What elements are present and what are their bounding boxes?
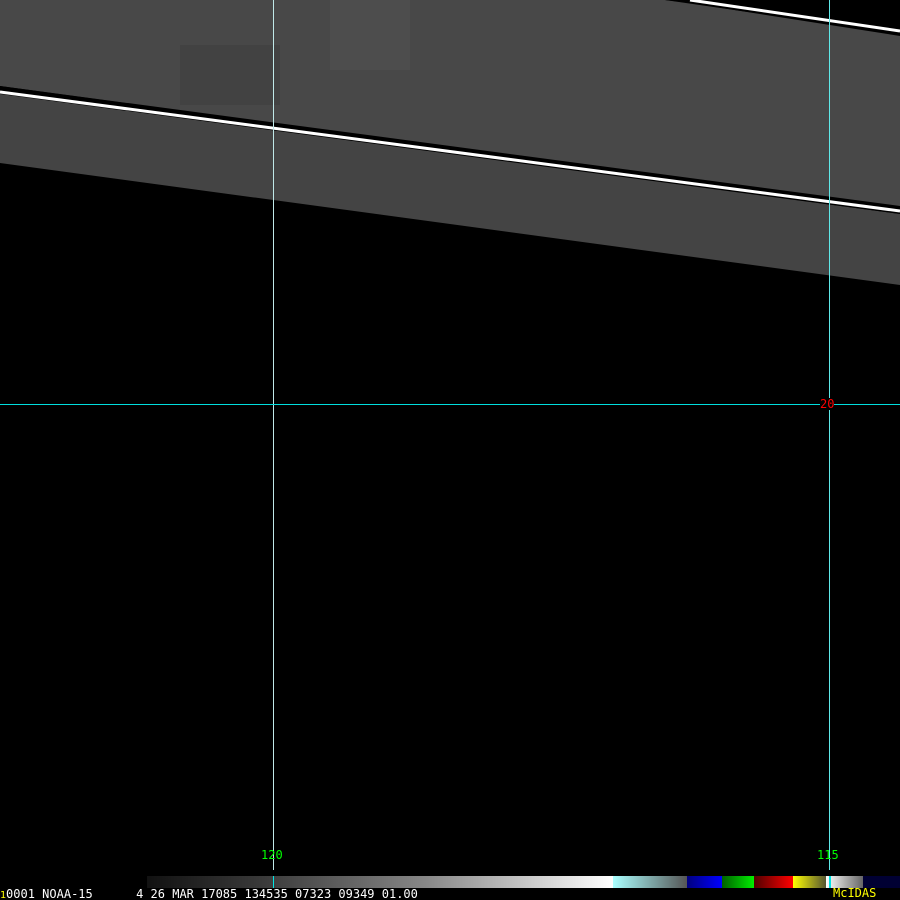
status-line: 10001 NOAA-15 4 26 MAR 17085 134535 0732…: [0, 887, 418, 900]
cloud-patch: [330, 0, 410, 70]
satellite-name: NOAA-15: [42, 887, 93, 900]
image-info: 4 26 MAR 17085 134535 07323 09349 01.00: [136, 887, 418, 900]
cloud-patch: [180, 45, 280, 105]
mcidas-brand: McIDAS: [833, 886, 877, 900]
satellite-image-viewer: 120 115 20 10001 NOAA-15 4 26 MAR 17085 …: [0, 0, 900, 900]
lon-label-115: 115: [817, 848, 839, 862]
satellite-image: [0, 0, 900, 870]
lon-label-120: 120: [261, 848, 283, 862]
frame-number: 0001: [6, 887, 35, 900]
lat-label-20: 20: [820, 397, 835, 411]
color-bar-marker: [829, 876, 831, 888]
